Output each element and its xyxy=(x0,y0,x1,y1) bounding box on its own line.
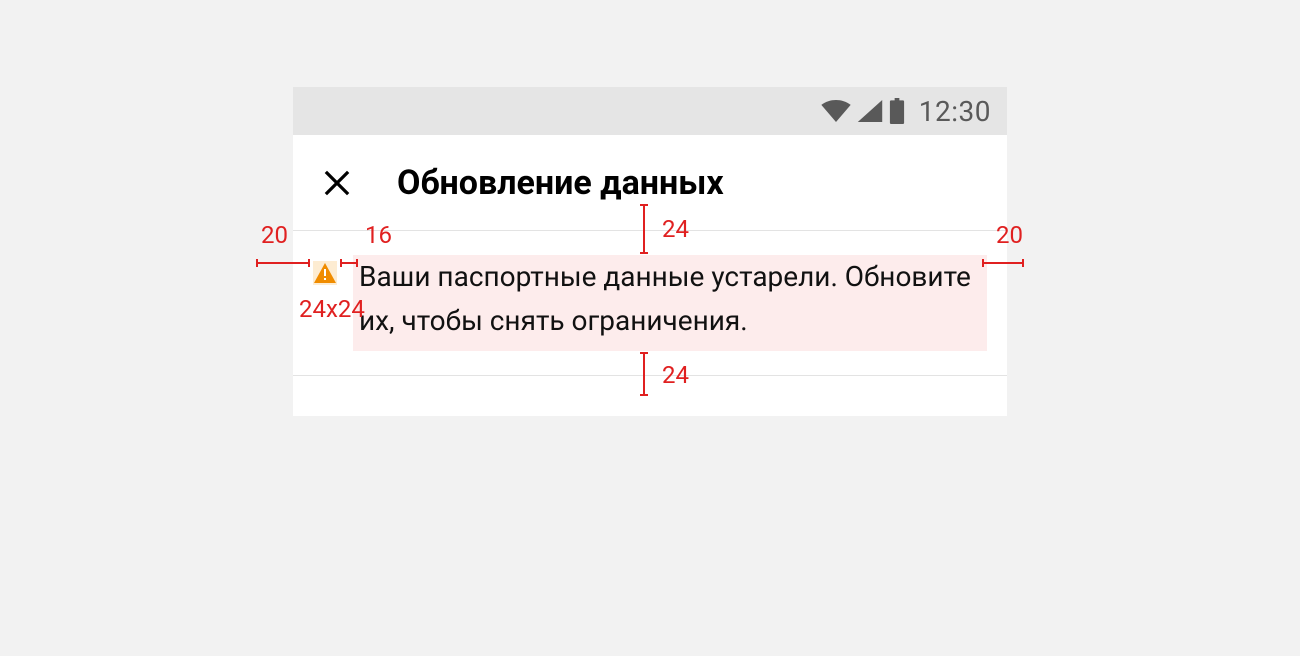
spec-icon-gap: 16 xyxy=(339,257,359,277)
device-frame: 12:30 Обновление данных Ваши паспо xyxy=(293,87,1007,416)
close-button[interactable] xyxy=(317,163,357,203)
cellular-icon xyxy=(857,100,883,122)
battery-icon xyxy=(889,98,905,124)
status-clock: 12:30 xyxy=(919,95,991,128)
warning-icon xyxy=(313,261,337,285)
spec-padding-top: 24 xyxy=(638,203,658,255)
spec-padding-bottom: 24 xyxy=(638,351,658,397)
status-bar: 12:30 xyxy=(293,87,1007,135)
wifi-icon xyxy=(821,100,851,122)
page-title: Обновление данных xyxy=(397,163,724,203)
spec-padding-right: 20 xyxy=(981,257,1025,277)
close-icon xyxy=(322,168,352,198)
notice-message: Ваши паспортные данные устарели. Обновит… xyxy=(359,255,981,343)
notice-message-box: Ваши паспортные данные устарели. Обновит… xyxy=(353,255,987,351)
notice-section: Ваши паспортные данные устарели. Обновит… xyxy=(293,231,1007,376)
spec-icon-size: 24x24 xyxy=(299,295,365,323)
spec-padding-left: 20 xyxy=(255,257,311,277)
